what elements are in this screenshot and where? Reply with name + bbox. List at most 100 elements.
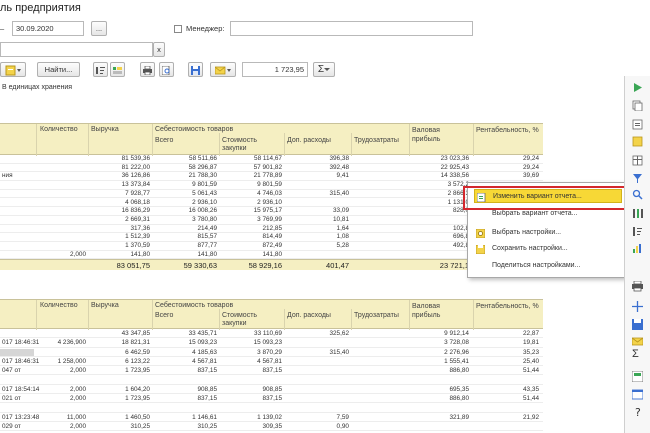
col-total[interactable]: Всего [155, 137, 173, 144]
manager-checkbox[interactable] [174, 25, 182, 33]
save-button[interactable] [188, 62, 203, 77]
clear-filter-button[interactable]: x [153, 42, 165, 57]
table-row[interactable]: 81 539,36 58 511,66 58 114,67 396,38 23 023,… [0, 155, 543, 164]
help-icon[interactable]: ? [632, 406, 643, 417]
table-row[interactable]: 017 18:46:31 4 236,900 18 821,31 15 093,23 1… [0, 338, 543, 348]
manager-label: Менеджер: [186, 24, 225, 33]
mail-menu-button[interactable] [210, 62, 236, 77]
window-icon[interactable] [632, 389, 643, 400]
table-row[interactable]: 13 373,84 9 801,59 9 801,59 3 572,2 [0, 181, 543, 190]
col-quantity[interactable]: Количество [40, 126, 78, 133]
cell-gp: 696,8 [453, 233, 469, 241]
table-row[interactable]: 317,36 214,49 212,85 1,64 102,8 [0, 225, 543, 234]
table-row[interactable]: 047 от 2,000 1 723,95 837,15 837,15 886,80 51,… [0, 366, 543, 376]
report-icon[interactable] [632, 136, 643, 147]
cell-rp: 35,23 [523, 348, 539, 356]
run-icon[interactable] [632, 82, 643, 93]
table-row[interactable]: 1 370,59 877,77 872,49 5,28 492,8 [0, 242, 543, 251]
table-row[interactable]: 1 512,39 815,57 814,49 1,08 696,8 [0, 233, 543, 242]
col-quantity-2[interactable]: Количество [40, 302, 78, 309]
layout-icon[interactable] [632, 371, 643, 382]
cell-qty [36, 190, 86, 199]
cell-rev: 2 669,31 [125, 215, 150, 223]
list-icon[interactable] [632, 119, 643, 130]
report-variant-menu-button[interactable] [0, 62, 26, 77]
find-button[interactable]: Найти... [37, 62, 80, 77]
cell-qty [36, 403, 86, 412]
table-row[interactable] [0, 376, 543, 385]
table-row[interactable]: 6 462,59 4 185,63 3 870,29 315,40 2 276,96 35… [0, 348, 543, 357]
table-row[interactable]: 017 18:46:31 1 258,000 6 123,22 4 567,81 4 5… [0, 357, 543, 367]
cell-ext [284, 403, 349, 412]
cell-ext: 315,40 [329, 348, 349, 356]
col-extra-costs[interactable]: Доп. расходы [287, 137, 331, 144]
cell-rev: 7 928,77 [125, 189, 150, 197]
printer-icon [143, 65, 152, 75]
table-row[interactable]: 81 222,00 58 296,87 57 901,82 392,48 22 925,… [0, 164, 543, 173]
filter-icon[interactable] [632, 173, 643, 184]
table-row[interactable]: 43 347,85 33 435,71 33 110,69 325,62 9 912,1… [0, 329, 543, 339]
report-settings-icon [5, 65, 21, 76]
sum-mode-button[interactable]: Σ [313, 62, 335, 77]
col-total-2[interactable]: Всего [155, 312, 173, 319]
table-row[interactable]: 017 13:23:48 11,000 1 460,50 1 146,61 1 139,… [0, 413, 543, 422]
menu-item-save-settings[interactable]: Сохранить настройки... [474, 242, 622, 256]
chart-icon[interactable] [632, 243, 643, 254]
col-revenue[interactable]: Выручка [91, 126, 119, 133]
period-pick-button[interactable]: ... [91, 21, 107, 36]
filter-field[interactable] [0, 42, 153, 57]
date-to-field[interactable]: 30.09.2020 [12, 21, 84, 36]
sort-button[interactable] [93, 62, 108, 77]
print-panel-icon[interactable] [632, 281, 643, 292]
menu-item-select-settings[interactable]: Выбрать настройки... [474, 226, 622, 240]
table-row[interactable]: 021 от 2,000 1 723,95 837,15 837,15 886,80 51,… [0, 394, 543, 404]
print-button[interactable] [140, 62, 155, 77]
row-label: 047 от [2, 367, 21, 375]
table-row[interactable]: 7 928,77 5 061,43 4 746,03 315,40 2 866,3 [0, 190, 543, 199]
save-panel-icon[interactable] [632, 319, 643, 330]
col-purchase-cost[interactable]: Стоимость закупки [222, 137, 282, 153]
copy-icon[interactable] [632, 100, 643, 111]
cell-gp: 886,80 [449, 395, 469, 403]
col-labor-costs[interactable]: Трудозатраты [354, 137, 399, 144]
total-cost: 59 330,63 [183, 261, 217, 270]
magnify-icon[interactable] [632, 189, 643, 200]
col-profitability-2[interactable]: Рентабельность, % [476, 302, 540, 311]
col-labor-costs-2[interactable]: Трудозатраты [354, 312, 399, 319]
date-separator: – [0, 24, 5, 33]
table-row[interactable]: 029 от 2,000 310,25 310,25 309,35 0,90 [0, 422, 543, 432]
columns-icon[interactable] [632, 208, 643, 219]
group-button[interactable] [110, 62, 125, 77]
table-row[interactable]: 2 669,31 3 780,80 3 769,99 10,81 [0, 216, 543, 225]
cell-qty: 1 258,000 [57, 357, 86, 365]
col-purchase-cost-2[interactable]: Стоимость закупки [222, 312, 282, 328]
cell-qty: 2,000 [70, 423, 86, 430]
table-icon[interactable] [632, 155, 643, 166]
table-row[interactable]: 4 068,18 2 936,10 2 936,10 1 131,0 [0, 199, 543, 208]
col-revenue-2[interactable]: Выручка [91, 302, 119, 309]
cell-buy: 58 114,67 [254, 155, 282, 162]
sort-panel-icon[interactable] [632, 226, 643, 237]
row-label: 017 18:46:31 [2, 339, 40, 347]
mail-panel-icon[interactable] [632, 336, 643, 347]
manager-field[interactable] [230, 21, 473, 36]
move-icon[interactable] [632, 301, 643, 312]
col-gross-profit-2[interactable]: Валовая прибыль [412, 302, 467, 320]
table-row[interactable] [0, 403, 543, 413]
row-label: ния [2, 172, 13, 180]
table-row[interactable]: 16 836,29 16 008,26 15 975,17 33,09 828,0 [0, 207, 543, 216]
cell-buy: 2 936,10 [257, 198, 282, 206]
menu-item-share-settings[interactable]: Поделиться настройками... [474, 259, 622, 273]
sum-panel-icon[interactable]: Σ [632, 349, 643, 360]
cell-buy [219, 376, 282, 385]
cell-ext: 315,40 [329, 189, 349, 197]
col-gross-profit[interactable]: Валовая прибыль [412, 126, 467, 144]
cell-buy: 1 139,02 [257, 413, 282, 421]
col-profitability[interactable]: Рентабельность, % [476, 126, 540, 135]
cell-gp: 14 338,56 [440, 172, 469, 180]
print-preview-button[interactable] [159, 62, 174, 77]
table-row[interactable]: ния 36 126,86 21 788,30 21 778,89 9,41 14 338… [0, 172, 543, 182]
col-extra-costs-2[interactable]: Доп. расходы [287, 312, 331, 319]
table-row[interactable]: 017 18:54:14 2,000 1 604,20 908,85 908,85 695… [0, 385, 543, 395]
cell-gp: 3 572,2 [447, 181, 469, 189]
